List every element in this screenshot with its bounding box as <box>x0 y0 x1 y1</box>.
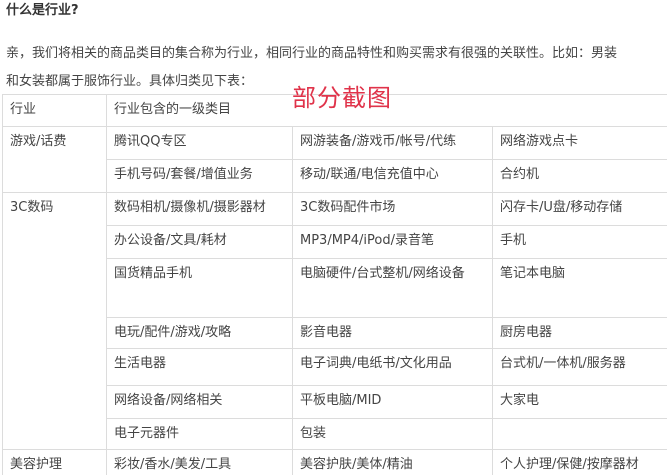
partial-screenshot-label: 部分截图 <box>292 84 392 112</box>
table-row: 3C数码 数码相机/摄像机/摄影器材 3C数码配件市场 闪存卡/U盘/移动存储 <box>2 192 667 450</box>
industry-cell: 游戏/话费 <box>2 126 107 193</box>
category-cell: 影音电器 <box>292 317 493 349</box>
category-cell <box>492 418 667 450</box>
category-cell: 生活电器 <box>106 348 293 386</box>
question-heading: 什么是行业? <box>6 3 79 18</box>
category-cell: 网络游戏点卡 <box>492 126 667 160</box>
category-cell: 厨房电器 <box>492 317 667 349</box>
category-cell: 3C数码配件市场 <box>292 192 493 226</box>
category-cell: 电子词典/电纸书/文化用品 <box>292 348 493 386</box>
article-page: 什么是行业? 亲，我们将相关的商品类目的集合称为行业，相同行业的商品特性和购买需… <box>0 0 667 475</box>
category-cell: 网游装备/游戏币/帐号/代练 <box>292 126 493 160</box>
category-cell: 国货精品手机 <box>106 258 293 318</box>
category-cell: 数码相机/摄像机/摄影器材 <box>106 192 293 226</box>
category-cell: 闪存卡/U盘/移动存储 <box>492 192 667 226</box>
intro-line: 亲，我们将相关的商品类目的集合称为行业，相同行业的商品特性和购买需求有很强的关联… <box>6 46 618 61</box>
category-cell: 电脑硬件/台式整机/网络设备 <box>292 258 493 318</box>
category-cell: MP3/MP4/iPod/录音笔 <box>292 225 493 259</box>
category-cell: 美容护肤/美体/精油 <box>292 449 493 475</box>
category-cell: 电玩/配件/游戏/攻略 <box>106 317 293 349</box>
category-cell: 大家电 <box>492 385 667 419</box>
category-cell: 手机号码/套餐/增值业务 <box>106 159 293 193</box>
category-cell: 电子元器件 <box>106 418 293 450</box>
category-cell: 包装 <box>292 418 493 450</box>
category-cell: 腾讯QQ专区 <box>106 126 293 160</box>
category-cell: 合约机 <box>492 159 667 193</box>
category-cell: 平板电脑/MID <box>292 385 493 419</box>
table-row: 游戏/话费 腾讯QQ专区 网游装备/游戏币/帐号/代练 网络游戏点卡 <box>2 126 667 193</box>
industry-cell: 3C数码 <box>2 192 107 450</box>
industry-cell: 美容护理 <box>2 449 107 475</box>
header-industry: 行业 <box>2 94 107 127</box>
category-cell: 办公设备/文具/耗材 <box>106 225 293 259</box>
category-cell: 彩妆/香水/美发/工具 <box>106 449 293 475</box>
industry-table: 行业 行业包含的一级类目 游戏/话费 腾讯QQ专区 网游装备/游戏币/帐号/代练… <box>2 94 667 475</box>
category-cell: 台式机/一体机/服务器 <box>492 348 667 386</box>
category-cell: 手机 <box>492 225 667 259</box>
table-row: 美容护理 彩妆/香水/美发/工具 美容护肤/美体/精油 个人护理/保健/按摩器材 <box>2 449 667 475</box>
category-cell: 笔记本电脑 <box>492 258 667 318</box>
category-cell: 网络设备/网络相关 <box>106 385 293 419</box>
category-cell: 个人护理/保健/按摩器材 <box>492 449 667 475</box>
category-cell: 移动/联通/电信充值中心 <box>292 159 493 193</box>
